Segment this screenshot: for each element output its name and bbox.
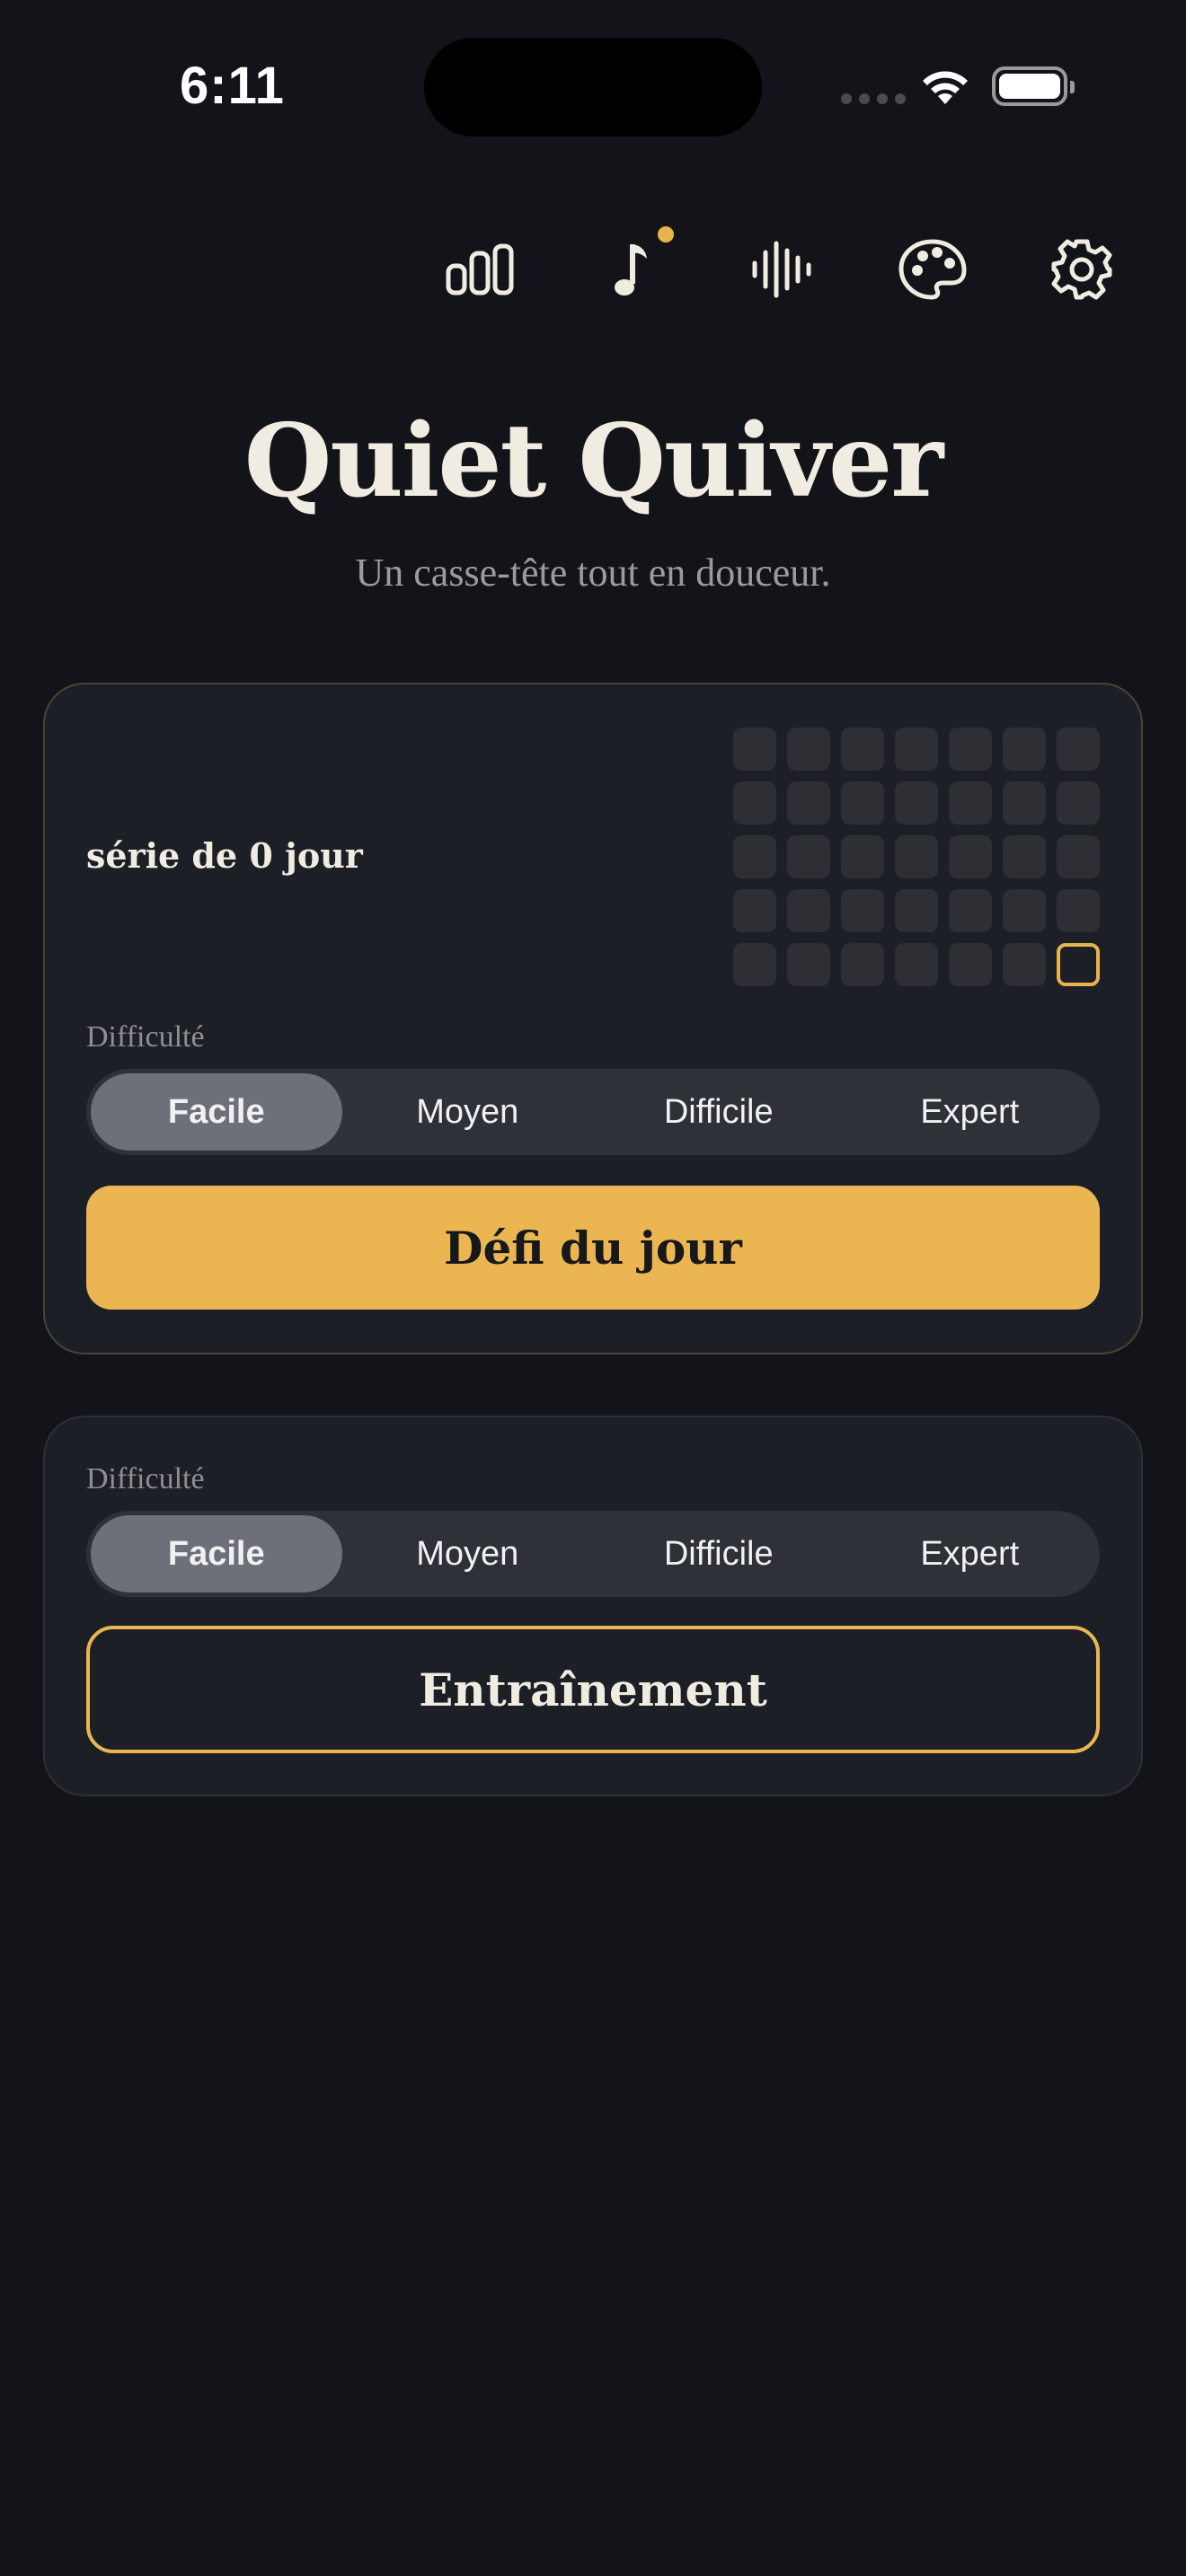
- calendar-day: [949, 728, 992, 771]
- difficulty-option-difficile[interactable]: Difficile: [593, 1515, 845, 1592]
- calendar-day: [1057, 781, 1100, 825]
- calendar-day-today: [1057, 943, 1100, 986]
- calendar-day: [733, 835, 776, 878]
- calendar-day: [733, 889, 776, 932]
- daily-challenge-button[interactable]: Défi du jour: [86, 1186, 1100, 1310]
- calendar-day: [733, 781, 776, 825]
- difficulty-option-expert[interactable]: Expert: [845, 1073, 1096, 1151]
- wifi-icon: [918, 65, 972, 110]
- app-title: Quiet Quiver: [243, 402, 943, 520]
- battery-icon: [992, 66, 1075, 106]
- calendar-day: [949, 889, 992, 932]
- calendar-day: [1003, 943, 1046, 986]
- difficulty-label: Difficulté: [86, 1462, 205, 1495]
- notification-dot: [658, 226, 674, 243]
- calendar-day: [949, 781, 992, 825]
- calendar-day: [733, 943, 776, 986]
- calendar-day: [733, 728, 776, 771]
- streak-text: série de 0 jour: [86, 835, 363, 876]
- difficulty-option-moyen[interactable]: Moyen: [342, 1073, 594, 1151]
- status-time: 6:11: [180, 57, 285, 115]
- calendar-day: [787, 835, 830, 878]
- calendar-day: [1057, 835, 1100, 878]
- calendar-day: [787, 889, 830, 932]
- calendar-day: [895, 835, 938, 878]
- sound-wave-icon[interactable]: [746, 234, 818, 305]
- difficulty-selector-practice: Facile Moyen Difficile Expert: [86, 1511, 1100, 1597]
- calendar-day: [1003, 889, 1046, 932]
- calendar-day: [841, 835, 884, 878]
- streak-calendar: [733, 728, 1100, 986]
- calendar-day: [1003, 728, 1046, 771]
- difficulty-option-facile[interactable]: Facile: [91, 1515, 342, 1592]
- palette-icon[interactable]: [897, 234, 969, 305]
- cellular-signal-icon: [841, 93, 906, 104]
- calendar-day: [841, 943, 884, 986]
- calendar-day: [787, 728, 830, 771]
- calendar-day: [1003, 781, 1046, 825]
- calendar-day: [895, 943, 938, 986]
- calendar-day: [895, 889, 938, 932]
- practice-button[interactable]: Entraînement: [86, 1626, 1100, 1753]
- calendar-day: [1057, 889, 1100, 932]
- calendar-day: [895, 781, 938, 825]
- difficulty-selector-daily: Facile Moyen Difficile Expert: [86, 1069, 1100, 1155]
- music-icon[interactable]: [597, 234, 668, 305]
- calendar-day: [895, 728, 938, 771]
- difficulty-option-expert[interactable]: Expert: [845, 1515, 1096, 1592]
- calendar-day: [841, 781, 884, 825]
- calendar-day: [949, 943, 992, 986]
- difficulty-label: Difficulté: [86, 1020, 205, 1054]
- difficulty-option-facile[interactable]: Facile: [91, 1073, 342, 1151]
- difficulty-option-moyen[interactable]: Moyen: [342, 1515, 594, 1592]
- calendar-day: [1003, 835, 1046, 878]
- app-subtitle: Un casse-tête tout en douceur.: [355, 551, 831, 595]
- stats-icon[interactable]: [444, 234, 516, 305]
- calendar-day: [1057, 728, 1100, 771]
- calendar-day: [787, 943, 830, 986]
- difficulty-option-difficile[interactable]: Difficile: [593, 1073, 845, 1151]
- calendar-day: [949, 835, 992, 878]
- calendar-day: [841, 728, 884, 771]
- calendar-day: [841, 889, 884, 932]
- dynamic-island: [424, 38, 762, 137]
- gear-icon[interactable]: [1046, 234, 1118, 305]
- calendar-day: [787, 781, 830, 825]
